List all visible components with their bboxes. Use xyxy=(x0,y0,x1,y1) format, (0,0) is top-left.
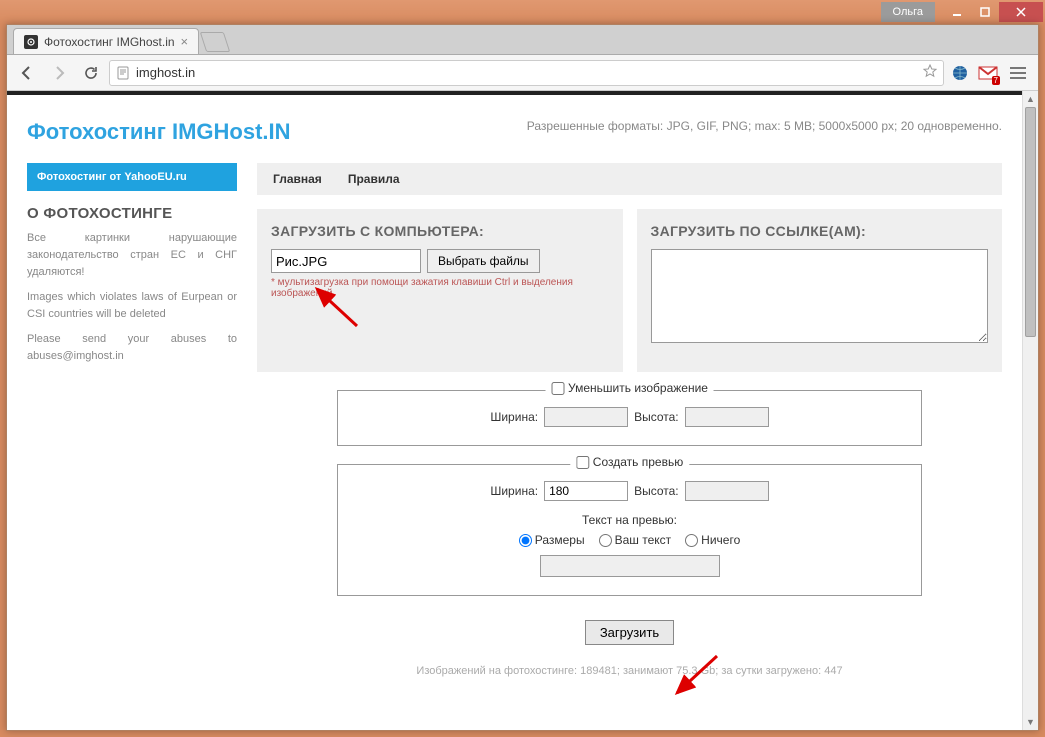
resize-dim-row: Ширина: Высота: xyxy=(348,407,911,427)
upload-url-panel: ЗАГРУЗИТЬ ПО ССЫЛКЕ(АМ): xyxy=(637,209,1003,372)
browser-frame: Фотохостинг IMGhost.in × imghost.in xyxy=(6,24,1039,731)
file-name-input[interactable] xyxy=(271,249,421,273)
reload-button[interactable] xyxy=(77,59,105,87)
tab-title: Фотохостинг IMGhost.in xyxy=(44,35,175,49)
preview-group: Создать превью Ширина: Высота: Текст на … xyxy=(337,464,922,596)
sidebar-text-1: Все картинки нарушающие законодательство… xyxy=(27,230,237,281)
scroll-down-arrow-icon[interactable]: ▼ xyxy=(1023,714,1038,730)
close-button[interactable] xyxy=(999,2,1043,22)
submit-row: Загрузить xyxy=(257,620,1002,645)
main-layout: Фотохостинг от YahooEU.ru О ФОТОХОСТИНГЕ… xyxy=(7,163,1022,677)
gmail-extension-icon[interactable]: 7 xyxy=(976,61,1000,85)
nav-rules[interactable]: Правила xyxy=(348,172,400,186)
preview-opt-none[interactable]: Ничего xyxy=(685,533,740,547)
preview-checkbox[interactable] xyxy=(576,456,589,469)
url-textarea[interactable] xyxy=(651,249,989,343)
choose-files-button[interactable]: Выбрать файлы xyxy=(427,249,540,273)
resize-width-input[interactable] xyxy=(544,407,628,427)
upload-submit-button[interactable]: Загрузить xyxy=(585,620,674,645)
browser-tab[interactable]: Фотохостинг IMGhost.in × xyxy=(13,28,199,54)
file-row: Выбрать файлы xyxy=(271,249,609,273)
address-bar[interactable]: imghost.in xyxy=(109,60,944,86)
preview-height-label: Высота: xyxy=(634,484,679,498)
nav-main[interactable]: Главная xyxy=(273,172,322,186)
viewport: Фотохостинг IMGHost.IN Разрешенные форма… xyxy=(7,91,1038,730)
tab-close-icon[interactable]: × xyxy=(181,34,189,49)
scroll-up-arrow-icon[interactable]: ▲ xyxy=(1023,91,1038,107)
upload-computer-title: ЗАГРУЗИТЬ С КОМПЬЮТЕРА: xyxy=(271,223,609,239)
radio-none-label: Ничего xyxy=(701,533,740,547)
main-column: Главная Правила ЗАГРУЗИТЬ С КОМПЬЮТЕРА: … xyxy=(257,163,1002,677)
upload-computer-panel: ЗАГРУЗИТЬ С КОМПЬЮТЕРА: Выбрать файлы * … xyxy=(257,209,623,372)
footer-stats: Изображений на фотохостинге: 189481; зан… xyxy=(257,665,1002,677)
browser-toolbar: imghost.in 7 xyxy=(7,55,1038,91)
preview-legend-label: Создать превью xyxy=(593,455,683,469)
url-text: imghost.in xyxy=(136,65,195,80)
globe-extension-icon[interactable] xyxy=(948,61,972,85)
gmail-badge: 7 xyxy=(992,76,1000,85)
radio-custom[interactable] xyxy=(599,534,612,547)
page-icon xyxy=(116,66,130,80)
chrome-menu-button[interactable] xyxy=(1004,59,1032,87)
maximize-button[interactable] xyxy=(971,2,999,22)
top-nav: Главная Правила xyxy=(257,163,1002,195)
upload-url-title: ЗАГРУЗИТЬ ПО ССЫЛКЕ(АМ): xyxy=(651,223,989,239)
resize-legend: Уменьшить изображение xyxy=(545,381,714,395)
sidebar-tab[interactable]: Фотохостинг от YahooEU.ru xyxy=(27,163,237,191)
sidebar-text-3: Please send your abuses to abuses@imghos… xyxy=(27,331,237,365)
preview-width-label: Ширина: xyxy=(490,484,538,498)
bookmark-star-icon[interactable] xyxy=(923,64,937,81)
window-titlebar: Ольга xyxy=(0,0,1045,24)
sidebar-heading: О ФОТОХОСТИНГЕ xyxy=(27,205,237,222)
site-header: Фотохостинг IMGHost.IN Разрешенные форма… xyxy=(7,95,1022,163)
resize-width-label: Ширина: xyxy=(490,410,538,424)
radio-size-label: Размеры xyxy=(535,533,585,547)
scrollbar-thumb[interactable] xyxy=(1025,107,1036,337)
preview-custom-text-input[interactable] xyxy=(540,555,720,577)
page-content: Фотохостинг IMGHost.IN Разрешенные форма… xyxy=(7,91,1022,730)
preview-height-input[interactable] xyxy=(685,481,769,501)
upload-panels: ЗАГРУЗИТЬ С КОМПЬЮТЕРА: Выбрать файлы * … xyxy=(257,209,1002,372)
sidebar-text-2: Images which violates laws of Eurpean or… xyxy=(27,289,237,323)
radio-size[interactable] xyxy=(519,534,532,547)
site-title: Фотохостинг IMGHost.IN xyxy=(27,119,291,145)
back-button[interactable] xyxy=(13,59,41,87)
site-subtitle: Разрешенные форматы: JPG, GIF, PNG; max:… xyxy=(527,119,1002,133)
minimize-button[interactable] xyxy=(943,2,971,22)
user-button[interactable]: Ольга xyxy=(881,2,935,22)
new-tab-button[interactable] xyxy=(200,32,230,52)
os-window: Ольга Фотохостинг IMGhost.in × xyxy=(0,0,1045,737)
tab-strip: Фотохостинг IMGhost.in × xyxy=(7,25,1038,55)
multiupload-hint: * мультизагрузка при помощи зажатия клав… xyxy=(271,277,609,299)
tab-favicon-icon xyxy=(24,35,38,49)
preview-text-label: Текст на превью: xyxy=(348,513,911,527)
resize-checkbox[interactable] xyxy=(551,382,564,395)
resize-legend-label: Уменьшить изображение xyxy=(568,381,708,395)
preview-width-input[interactable] xyxy=(544,481,628,501)
forward-button[interactable] xyxy=(45,59,73,87)
preview-opt-custom[interactable]: Ваш текст xyxy=(599,533,672,547)
sidebar: Фотохостинг от YahooEU.ru О ФОТОХОСТИНГЕ… xyxy=(27,163,237,677)
preview-opt-size[interactable]: Размеры xyxy=(519,533,585,547)
resize-height-input[interactable] xyxy=(685,407,769,427)
radio-custom-label: Ваш текст xyxy=(615,533,672,547)
radio-none[interactable] xyxy=(685,534,698,547)
resize-group: Уменьшить изображение Ширина: Высота: xyxy=(337,390,922,446)
preview-dim-row: Ширина: Высота: xyxy=(348,481,911,501)
resize-height-label: Высота: xyxy=(634,410,679,424)
vertical-scrollbar[interactable]: ▲ ▼ xyxy=(1022,91,1038,730)
preview-legend: Создать превью xyxy=(570,455,689,469)
preview-radio-row: Размеры Ваш текст Ничего xyxy=(348,533,911,547)
